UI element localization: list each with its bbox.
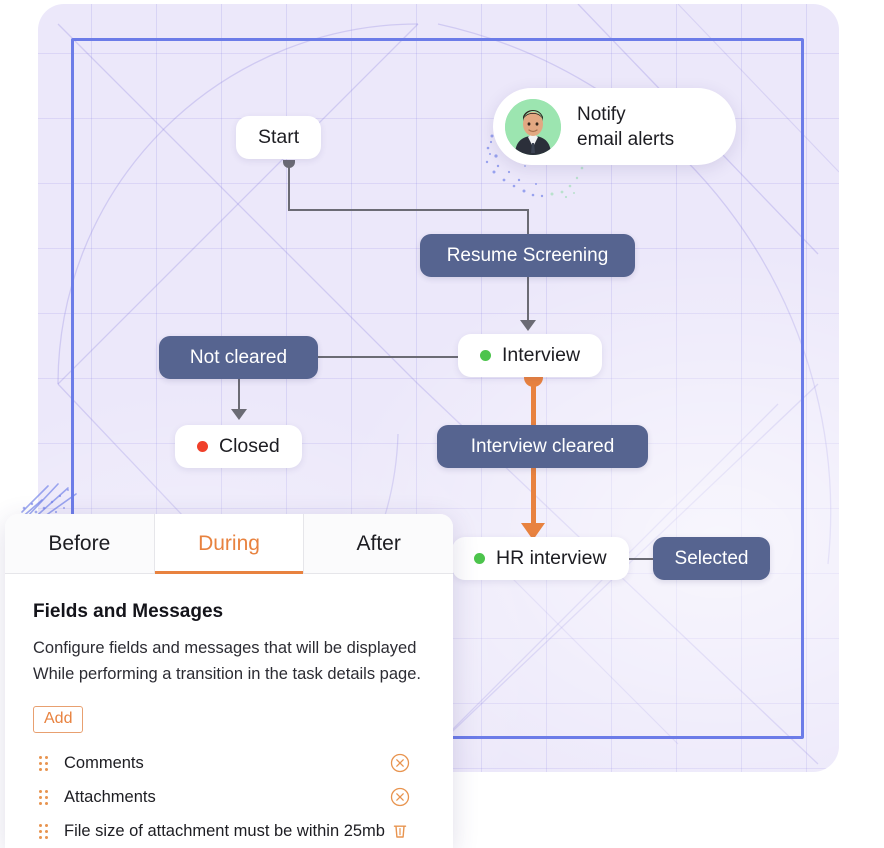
add-button[interactable]: Add — [33, 706, 84, 733]
panel-description-line-2: While performing a transition in the tas… — [33, 665, 421, 683]
panel-body: Fields and Messages Configure fields and… — [5, 574, 453, 848]
connector-notcleared-down — [238, 379, 240, 411]
status-dot-red — [197, 441, 208, 452]
node-selected-label: Selected — [674, 547, 749, 569]
list-item-label: Comments — [64, 753, 144, 772]
node-not-cleared-label: Not cleared — [189, 346, 288, 368]
tab-after[interactable]: After — [304, 514, 453, 573]
node-resume-screening-label: Resume Screening — [446, 244, 609, 266]
drag-handle-icon[interactable] — [39, 789, 50, 805]
node-interview-cleared-label: Interview cleared — [470, 435, 615, 457]
connector-start-right — [288, 209, 528, 211]
connector-hr-selected — [624, 558, 656, 560]
transition-config-panel: Before During After Fields and Messages … — [5, 514, 453, 848]
tab-after-label: After — [356, 531, 401, 555]
node-hr-interview[interactable]: HR interview — [452, 537, 629, 580]
node-closed[interactable]: Closed — [175, 425, 302, 468]
field-list: Comments Attachments File size of attach… — [33, 746, 425, 848]
node-hr-interview-label: HR interview — [496, 547, 607, 569]
node-interview[interactable]: Interview — [458, 334, 603, 377]
remove-circle-icon[interactable] — [389, 752, 411, 774]
node-start-label: Start — [258, 126, 300, 148]
remove-circle-icon[interactable] — [389, 786, 411, 808]
node-interview-cleared[interactable]: Interview cleared — [437, 425, 648, 468]
drag-handle-icon[interactable] — [39, 823, 50, 839]
panel-description: Configure fields and messages that will … — [33, 635, 425, 687]
list-item-label: Attachments — [64, 787, 156, 806]
panel-title: Fields and Messages — [33, 601, 224, 622]
node-resume-screening[interactable]: Resume Screening — [420, 234, 635, 277]
node-interview-label: Interview — [502, 344, 581, 366]
connector-into-resume — [527, 209, 529, 236]
status-dot-green — [474, 553, 485, 564]
node-not-cleared[interactable]: Not cleared — [159, 336, 318, 379]
connector-notcleared-interview — [317, 356, 460, 358]
screenshot-root: Start Resume Screening Not cleared Inter… — [0, 0, 884, 848]
drag-handle-icon[interactable] — [39, 755, 50, 771]
notify-email-alerts-card[interactable]: Notify email alerts — [493, 88, 736, 165]
list-item[interactable]: File size of attachment must be within 2… — [33, 814, 425, 848]
status-dot-green — [480, 350, 491, 361]
avatar — [505, 98, 561, 155]
node-selected[interactable]: Selected — [653, 537, 770, 580]
connector-start-down — [288, 160, 290, 210]
list-item[interactable]: Comments — [33, 746, 425, 780]
panel-tabs: Before During After — [5, 514, 453, 574]
connector-resume-arrow — [520, 320, 536, 331]
tab-during[interactable]: During — [154, 514, 305, 574]
notify-card-text: Notify email alerts — [577, 102, 674, 152]
tab-before[interactable]: Before — [5, 514, 155, 573]
trash-icon[interactable] — [389, 820, 411, 842]
list-item-label: File size of attachment must be within 2… — [64, 821, 385, 840]
notify-line-1: Notify — [577, 103, 626, 125]
node-start[interactable]: Start — [236, 116, 322, 159]
node-closed-label: Closed — [219, 435, 280, 457]
tab-before-label: Before — [48, 531, 111, 555]
tab-during-label: During — [198, 531, 260, 555]
connector-closed-arrow — [231, 409, 247, 420]
list-item[interactable]: Attachments — [33, 780, 425, 814]
panel-description-line-1: Configure fields and messages that will … — [33, 639, 417, 657]
notify-line-2: email alerts — [577, 128, 675, 150]
connector-resume-down — [527, 277, 529, 322]
